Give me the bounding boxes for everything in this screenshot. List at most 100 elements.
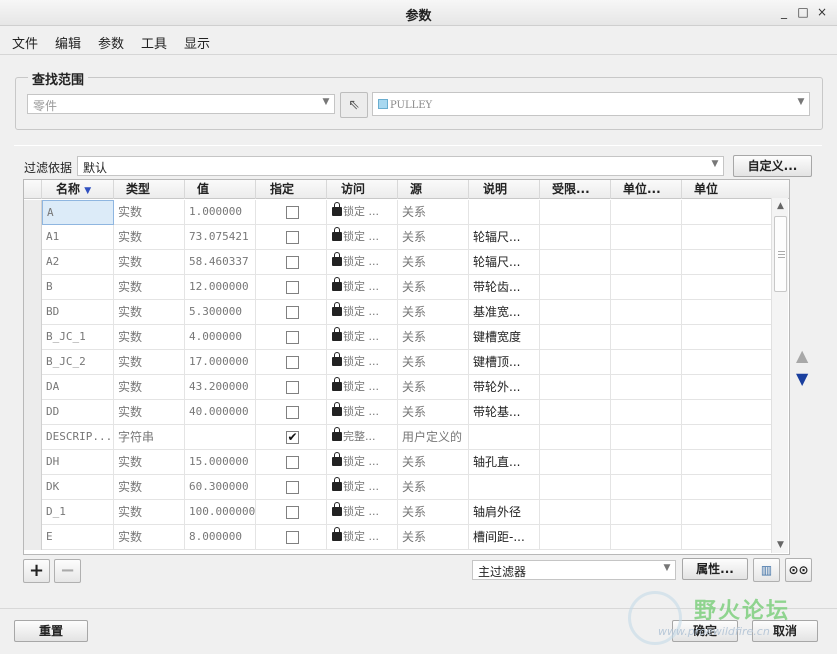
cell-description[interactable]: [469, 475, 540, 500]
cell-unit-quantity[interactable]: [611, 275, 682, 300]
designate-checkbox[interactable]: [286, 506, 299, 519]
cell-source[interactable]: 关系: [398, 400, 469, 425]
cell-unit[interactable]: [682, 500, 774, 525]
designate-checkbox[interactable]: [286, 281, 299, 294]
row-header[interactable]: [24, 375, 42, 400]
cell-unit-quantity[interactable]: [611, 400, 682, 425]
cell-unit[interactable]: [682, 250, 774, 275]
cell-name[interactable]: A: [42, 200, 114, 225]
cell-unit[interactable]: [682, 325, 774, 350]
cell-unit-quantity[interactable]: [611, 250, 682, 275]
cell-unit[interactable]: [682, 300, 774, 325]
cell-unit-quantity[interactable]: [611, 325, 682, 350]
row-header[interactable]: [24, 300, 42, 325]
cell-unit[interactable]: [682, 375, 774, 400]
cell-value[interactable]: 17.000000: [185, 350, 256, 375]
designate-checkbox[interactable]: [286, 406, 299, 419]
cell-source[interactable]: 关系: [398, 200, 469, 225]
table-row[interactable]: DD 实数 40.000000 锁定 ... 关系 带轮基...: [24, 400, 774, 425]
col-designate[interactable]: 指定: [256, 180, 327, 199]
row-header[interactable]: [24, 325, 42, 350]
cell-access[interactable]: 锁定 ...: [327, 325, 398, 350]
table-row[interactable]: B_JC_1 实数 4.000000 锁定 ... 关系 键槽宽度: [24, 325, 774, 350]
remove-parameter-button[interactable]: −: [54, 559, 81, 583]
cell-unit-quantity[interactable]: [611, 525, 682, 550]
cell-description[interactable]: 键槽宽度: [469, 325, 540, 350]
cell-type[interactable]: 实数: [114, 200, 185, 225]
col-unit[interactable]: 单位: [682, 180, 789, 199]
table-row[interactable]: DA 实数 43.200000 锁定 ... 关系 带轮外...: [24, 375, 774, 400]
cell-unit[interactable]: [682, 200, 774, 225]
designate-checkbox[interactable]: [286, 456, 299, 469]
cell-access[interactable]: 锁定 ...: [327, 525, 398, 550]
cell-unit-quantity[interactable]: [611, 225, 682, 250]
cell-type[interactable]: 实数: [114, 300, 185, 325]
table-row[interactable]: A2 实数 58.460337 锁定 ... 关系 轮辐尺...: [24, 250, 774, 275]
move-down-icon[interactable]: ▼: [796, 369, 808, 388]
table-row[interactable]: B 实数 12.000000 锁定 ... 关系 带轮齿...: [24, 275, 774, 300]
table-row[interactable]: BD 实数 5.300000 锁定 ... 关系 基准宽...: [24, 300, 774, 325]
row-header[interactable]: [24, 225, 42, 250]
cell-value[interactable]: 8.000000: [185, 525, 256, 550]
cell-name[interactable]: A2: [42, 250, 114, 275]
cell-value[interactable]: 40.000000: [185, 400, 256, 425]
menu-display[interactable]: 显示: [184, 33, 210, 52]
col-description[interactable]: 说明: [469, 180, 540, 199]
col-unit-quantity[interactable]: 单位...: [611, 180, 682, 199]
row-header[interactable]: [24, 450, 42, 475]
cell-access[interactable]: 锁定 ...: [327, 350, 398, 375]
designate-checkbox[interactable]: [286, 306, 299, 319]
cell-description[interactable]: 轴孔直...: [469, 450, 540, 475]
cell-type[interactable]: 实数: [114, 225, 185, 250]
cell-name[interactable]: DD: [42, 400, 114, 425]
designate-checkbox[interactable]: [286, 531, 299, 544]
cell-restricted[interactable]: [540, 400, 611, 425]
cell-access[interactable]: 锁定 ...: [327, 375, 398, 400]
designate-checkbox[interactable]: [286, 481, 299, 494]
table-scrollbar[interactable]: ▲ ▼: [771, 198, 788, 553]
cell-description[interactable]: [469, 425, 540, 450]
table-row[interactable]: B_JC_2 实数 17.000000 锁定 ... 关系 键槽顶...: [24, 350, 774, 375]
menu-edit[interactable]: 编辑: [55, 33, 81, 52]
cell-description[interactable]: 带轮外...: [469, 375, 540, 400]
select-model-button[interactable]: ⇖: [340, 92, 368, 118]
menu-parameters[interactable]: 参数: [98, 33, 124, 52]
cell-source[interactable]: 关系: [398, 450, 469, 475]
col-name[interactable]: 名称 ▼: [42, 180, 114, 199]
cell-unit-quantity[interactable]: [611, 450, 682, 475]
cell-type[interactable]: 实数: [114, 450, 185, 475]
cell-name[interactable]: DH: [42, 450, 114, 475]
cell-type[interactable]: 实数: [114, 250, 185, 275]
cell-source[interactable]: 关系: [398, 275, 469, 300]
cell-access[interactable]: 锁定 ...: [327, 475, 398, 500]
cell-type[interactable]: 字符串: [114, 425, 185, 450]
cell-description[interactable]: 槽间距-...: [469, 525, 540, 550]
move-up-icon[interactable]: ▲: [796, 346, 808, 365]
cell-name[interactable]: E: [42, 525, 114, 550]
cell-description[interactable]: 带轮基...: [469, 400, 540, 425]
cell-unit[interactable]: [682, 350, 774, 375]
cell-type[interactable]: 实数: [114, 500, 185, 525]
cell-type[interactable]: 实数: [114, 525, 185, 550]
table-row[interactable]: A1 实数 73.075421 锁定 ... 关系 轮辐尺...: [24, 225, 774, 250]
cell-name[interactable]: DA: [42, 375, 114, 400]
cell-unit-quantity[interactable]: [611, 475, 682, 500]
cell-restricted[interactable]: [540, 425, 611, 450]
maximize-button[interactable]: □: [795, 4, 811, 20]
cell-restricted[interactable]: [540, 475, 611, 500]
scope-type-select[interactable]: 零件 ▼: [27, 94, 335, 114]
cell-access[interactable]: 锁定 ...: [327, 225, 398, 250]
cell-type[interactable]: 实数: [114, 325, 185, 350]
cell-unit[interactable]: [682, 225, 774, 250]
find-button[interactable]: ⊙⊙: [785, 558, 812, 582]
cell-unit[interactable]: [682, 450, 774, 475]
cell-unit[interactable]: [682, 275, 774, 300]
table-row[interactable]: E 实数 8.000000 锁定 ... 关系 槽间距-...: [24, 525, 774, 550]
cell-name[interactable]: DESCRIP...: [42, 425, 114, 450]
cell-source[interactable]: 用户定义的: [398, 425, 469, 450]
cell-restricted[interactable]: [540, 250, 611, 275]
cell-restricted[interactable]: [540, 225, 611, 250]
cell-description[interactable]: 带轮齿...: [469, 275, 540, 300]
cell-value[interactable]: 100.000000: [185, 500, 256, 525]
filter-select[interactable]: 默认 ▼: [77, 156, 724, 176]
